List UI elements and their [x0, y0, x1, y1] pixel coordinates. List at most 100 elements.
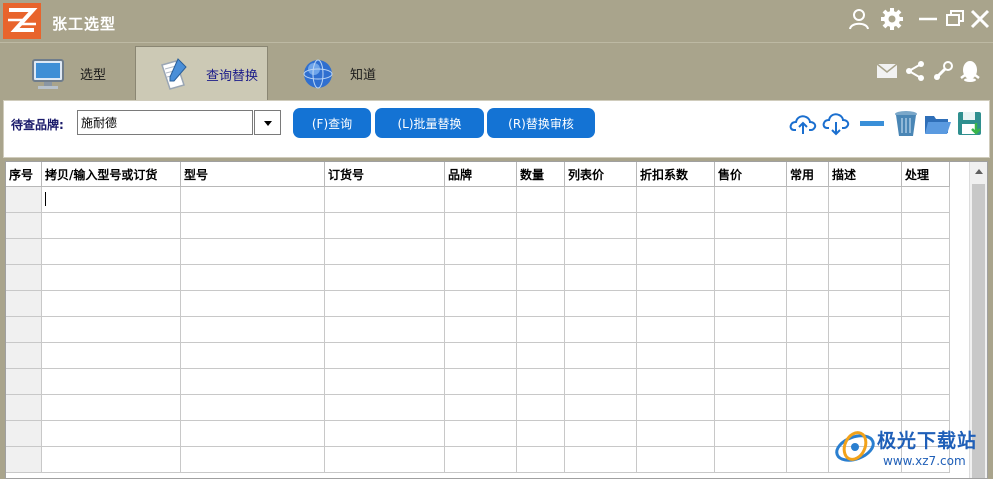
table-cell[interactable] [565, 395, 637, 421]
table-cell[interactable] [565, 421, 637, 447]
table-cell[interactable] [902, 213, 950, 239]
table-cell[interactable] [517, 213, 565, 239]
table-row[interactable] [6, 421, 950, 447]
table-cell[interactable] [517, 447, 565, 473]
batch-replace-button[interactable]: (L)批量替换 [375, 108, 484, 138]
table-cell[interactable] [565, 187, 637, 213]
row-header-cell[interactable] [6, 265, 42, 291]
table-cell[interactable] [42, 187, 181, 213]
download-cloud-icon[interactable] [822, 109, 850, 137]
brand-dropdown-button[interactable] [254, 110, 281, 135]
table-cell[interactable] [715, 447, 787, 473]
table-cell[interactable] [517, 421, 565, 447]
table-cell[interactable] [325, 447, 445, 473]
table-cell[interactable] [181, 291, 325, 317]
row-header-cell[interactable] [6, 421, 42, 447]
row-header-cell[interactable] [6, 369, 42, 395]
table-cell[interactable] [902, 187, 950, 213]
table-cell[interactable] [787, 265, 829, 291]
table-cell[interactable] [181, 317, 325, 343]
row-header-cell[interactable] [6, 239, 42, 265]
table-cell[interactable] [42, 343, 181, 369]
table-cell[interactable] [715, 421, 787, 447]
tab-zhidao[interactable]: 知道 [300, 46, 400, 101]
table-cell[interactable] [637, 213, 715, 239]
table-cell[interactable] [325, 369, 445, 395]
upload-cloud-icon[interactable] [789, 109, 817, 137]
column-header[interactable]: 型号 [181, 162, 325, 187]
table-cell[interactable] [181, 187, 325, 213]
table-cell[interactable] [565, 265, 637, 291]
table-cell[interactable] [325, 291, 445, 317]
table-cell[interactable] [445, 239, 517, 265]
table-cell[interactable] [42, 265, 181, 291]
query-button[interactable]: (F)查询 [293, 108, 371, 138]
column-header[interactable]: 售价 [715, 162, 787, 187]
table-cell[interactable] [787, 447, 829, 473]
table-cell[interactable] [325, 421, 445, 447]
table-row[interactable] [6, 213, 950, 239]
tab-xuanxing[interactable]: 选型 [30, 46, 130, 101]
column-header[interactable]: 订货号 [325, 162, 445, 187]
open-folder-icon[interactable] [924, 109, 952, 137]
table-row[interactable] [6, 447, 950, 473]
table-cell[interactable] [829, 369, 902, 395]
table-cell[interactable] [637, 447, 715, 473]
table-cell[interactable] [181, 343, 325, 369]
column-header[interactable]: 常用 [787, 162, 829, 187]
table-cell[interactable] [902, 265, 950, 291]
table-cell[interactable] [829, 187, 902, 213]
table-cell[interactable] [565, 213, 637, 239]
table-cell[interactable] [829, 265, 902, 291]
trash-icon[interactable] [892, 109, 920, 137]
row-header-cell[interactable] [6, 291, 42, 317]
table-cell[interactable] [637, 265, 715, 291]
brand-input[interactable] [77, 110, 253, 135]
table-cell[interactable] [565, 343, 637, 369]
column-header[interactable]: 折扣系数 [637, 162, 715, 187]
table-cell[interactable] [637, 369, 715, 395]
column-header[interactable]: 数量 [517, 162, 565, 187]
row-header-cell[interactable] [6, 343, 42, 369]
table-cell[interactable] [829, 239, 902, 265]
table-cell[interactable] [517, 239, 565, 265]
row-header-cell[interactable] [6, 187, 42, 213]
table-row[interactable] [6, 291, 950, 317]
table-cell[interactable] [637, 239, 715, 265]
table-cell[interactable] [787, 317, 829, 343]
table-cell[interactable] [517, 343, 565, 369]
table-row[interactable] [6, 395, 950, 421]
table-cell[interactable] [637, 343, 715, 369]
table-cell[interactable] [787, 187, 829, 213]
table-cell[interactable] [181, 369, 325, 395]
table-cell[interactable] [445, 343, 517, 369]
table-cell[interactable] [517, 317, 565, 343]
table-row[interactable] [6, 317, 950, 343]
row-header-cell[interactable] [6, 213, 42, 239]
table-cell[interactable] [42, 213, 181, 239]
table-cell[interactable] [325, 343, 445, 369]
save-icon[interactable] [956, 109, 984, 137]
table-cell[interactable] [517, 395, 565, 421]
table-cell[interactable] [445, 369, 517, 395]
column-header[interactable]: 列表价 [565, 162, 637, 187]
weibo-icon[interactable] [931, 59, 955, 83]
settings-icon[interactable] [880, 7, 904, 31]
table-cell[interactable] [42, 369, 181, 395]
table-cell[interactable] [787, 239, 829, 265]
table-cell[interactable] [42, 291, 181, 317]
row-header-cell[interactable] [6, 317, 42, 343]
table-cell[interactable] [181, 213, 325, 239]
table-cell[interactable] [42, 447, 181, 473]
table-cell[interactable] [565, 291, 637, 317]
table-cell[interactable] [829, 395, 902, 421]
table-cell[interactable] [787, 213, 829, 239]
minimize-icon[interactable] [916, 7, 940, 31]
row-header-cell[interactable] [6, 447, 42, 473]
table-cell[interactable] [565, 239, 637, 265]
table-cell[interactable] [787, 343, 829, 369]
table-cell[interactable] [829, 291, 902, 317]
restore-icon[interactable] [943, 7, 967, 31]
table-cell[interactable] [181, 447, 325, 473]
table-cell[interactable] [829, 343, 902, 369]
